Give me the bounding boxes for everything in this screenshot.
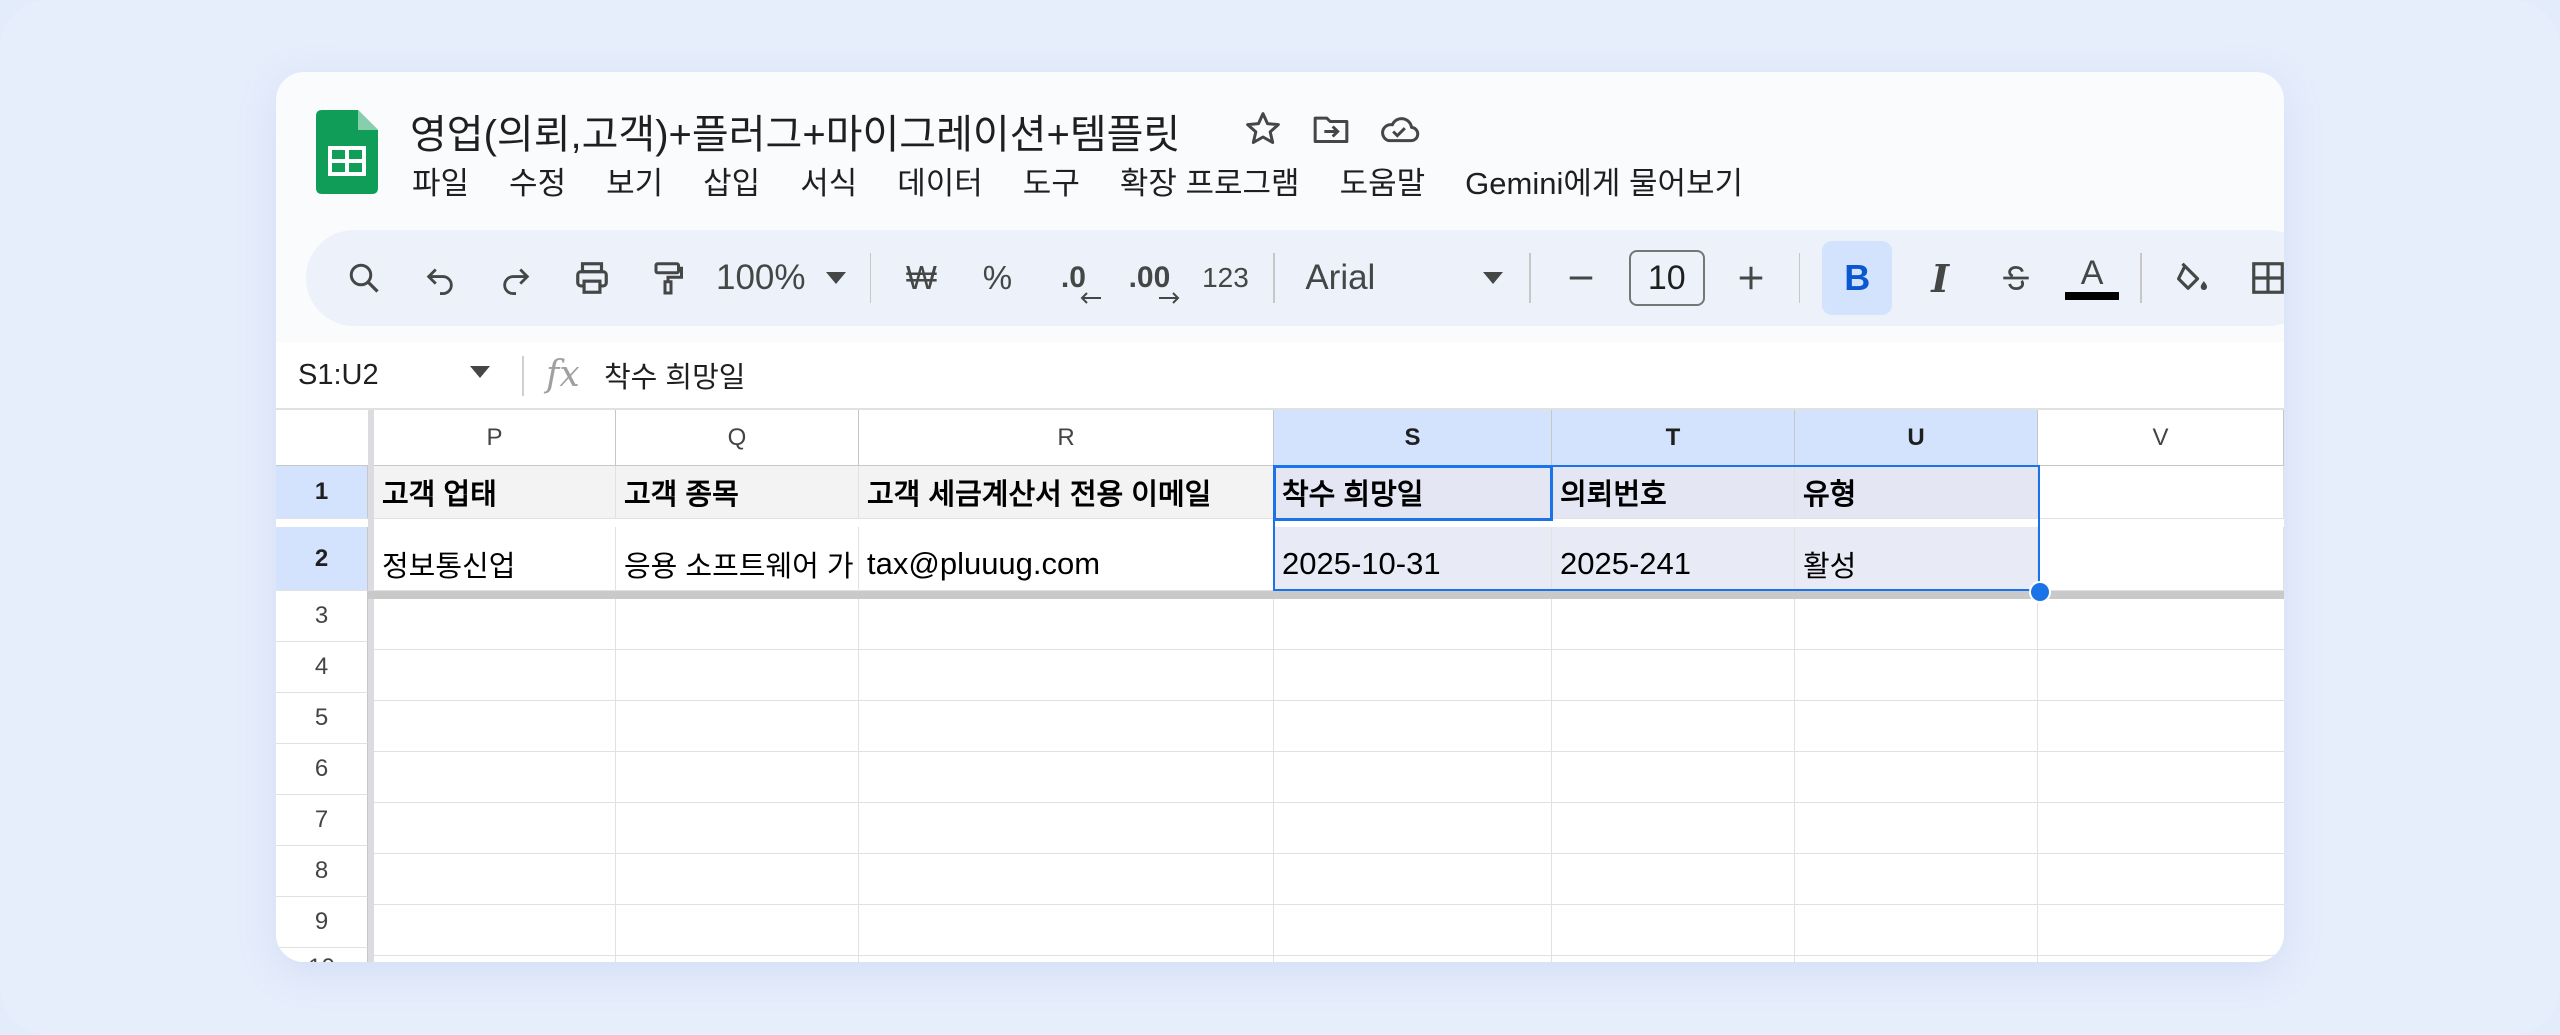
fx-icon: fx bbox=[546, 354, 580, 395]
row-header-2[interactable]: 2 bbox=[276, 527, 368, 591]
sheets-logo-icon[interactable] bbox=[316, 110, 378, 194]
borders-icon[interactable] bbox=[2240, 248, 2284, 308]
chevron-down-icon bbox=[1483, 272, 1504, 284]
formula-bar: S1:U2 fx 착수 희망일 bbox=[276, 342, 2284, 410]
undo-icon[interactable] bbox=[412, 248, 468, 308]
row-header-4[interactable]: 4 bbox=[276, 642, 368, 693]
increase-decimal-button[interactable]: .00 bbox=[1121, 248, 1180, 308]
row-header-9[interactable]: 9 bbox=[276, 897, 368, 948]
font-size-input[interactable]: 10 bbox=[1628, 250, 1705, 306]
column-line bbox=[2037, 599, 2038, 962]
decrease-decimal-label: .0 bbox=[1060, 261, 1086, 294]
column-line bbox=[858, 599, 859, 962]
zoom-select[interactable]: 100% bbox=[716, 258, 846, 298]
name-box[interactable]: S1:U2 bbox=[298, 342, 379, 408]
table-cell[interactable] bbox=[2038, 466, 2284, 519]
column-header-s[interactable]: S bbox=[1274, 410, 1552, 466]
toolbar-divider bbox=[1273, 253, 1276, 303]
table-cell[interactable]: 정보통신업 bbox=[374, 527, 616, 591]
more-formats-button[interactable]: 123 bbox=[1197, 248, 1253, 308]
toolbar: 100% ₩ % .0 .00 123 Arial 10 B I A bbox=[306, 230, 2284, 326]
toolbar-divider bbox=[1798, 253, 1801, 303]
row-header-3[interactable]: 3 bbox=[276, 591, 368, 642]
increase-decimal-label: .00 bbox=[1128, 261, 1171, 294]
toolbar-divider bbox=[2140, 253, 2143, 303]
column-header-p[interactable]: P bbox=[374, 410, 616, 466]
paint-format-icon[interactable] bbox=[640, 248, 696, 308]
table-cell[interactable]: 응용 소프트웨어 가 bbox=[616, 527, 859, 591]
column-line bbox=[1273, 599, 1274, 962]
decrease-font-size-icon[interactable] bbox=[1553, 248, 1609, 308]
print-icon[interactable] bbox=[564, 248, 620, 308]
fill-color-icon[interactable] bbox=[2164, 248, 2220, 308]
cloud-saved-icon[interactable] bbox=[1376, 106, 1422, 152]
currency-format-button[interactable]: ₩ bbox=[893, 248, 949, 308]
row-header-8[interactable]: 8 bbox=[276, 846, 368, 897]
toolbar-divider bbox=[869, 253, 872, 303]
search-menus-icon[interactable] bbox=[336, 248, 392, 308]
text-color-button[interactable]: A bbox=[2064, 248, 2120, 308]
italic-button[interactable]: I bbox=[1912, 248, 1968, 308]
zoom-value: 100% bbox=[716, 258, 806, 297]
text-color-swatch bbox=[2065, 292, 2120, 300]
menu-file[interactable]: 파일 bbox=[412, 158, 469, 203]
document-title[interactable]: 영업(의뢰,고객)+플러그+마이그레이션+템플릿 bbox=[410, 102, 1180, 160]
menu-format[interactable]: 서식 bbox=[800, 158, 857, 203]
star-icon[interactable] bbox=[1240, 106, 1286, 152]
table-cell[interactable]: tax@pluuug.com bbox=[859, 527, 1274, 591]
menu-ask-gemini[interactable]: Gemini에게 물어보기 bbox=[1465, 158, 1743, 203]
column-line bbox=[615, 599, 616, 962]
formula-divider bbox=[522, 356, 524, 396]
menu-extensions[interactable]: 확장 프로그램 bbox=[1120, 158, 1300, 203]
column-header-r[interactable]: R bbox=[859, 410, 1274, 466]
font-select[interactable]: Arial bbox=[1297, 258, 1504, 298]
table-cell[interactable] bbox=[2038, 527, 2284, 591]
column-header-u[interactable]: U bbox=[1795, 410, 2038, 466]
menu-view[interactable]: 보기 bbox=[606, 158, 663, 203]
column-line bbox=[1551, 599, 1552, 962]
font-name: Arial bbox=[1305, 258, 1376, 297]
toolbar-divider bbox=[1529, 253, 1531, 303]
menu-tools[interactable]: 도구 bbox=[1023, 158, 1080, 203]
menu-data[interactable]: 데이터 bbox=[897, 158, 983, 203]
row-header-6[interactable]: 6 bbox=[276, 744, 368, 795]
row-header-7[interactable]: 7 bbox=[276, 795, 368, 846]
move-folder-icon[interactable] bbox=[1308, 106, 1354, 152]
arrow-left-icon bbox=[1081, 292, 1102, 304]
decrease-decimal-button[interactable]: .0 bbox=[1045, 248, 1102, 308]
formula-input[interactable]: 착수 희망일 bbox=[604, 342, 745, 408]
menu-insert[interactable]: 삽입 bbox=[703, 158, 760, 203]
row-header-5[interactable]: 5 bbox=[276, 693, 368, 744]
row-header-10[interactable]: 10 bbox=[276, 948, 368, 962]
arrow-right-icon bbox=[1159, 292, 1180, 304]
chevron-down-icon bbox=[825, 272, 846, 284]
sheets-window: 영업(의뢰,고객)+플러그+마이그레이션+템플릿 파일 수정 보기 삽입 서식 … bbox=[276, 72, 2284, 962]
menu-help[interactable]: 도움말 bbox=[1340, 158, 1426, 203]
spreadsheet-grid: P Q R S T U V 1 고객 업태 고객 종목 고객 세금계산서 전용 … bbox=[276, 410, 2284, 962]
table-cell[interactable]: 고객 세금계산서 전용 이메일 bbox=[859, 466, 1274, 519]
strikethrough-icon[interactable] bbox=[1988, 248, 2044, 308]
table-cell[interactable]: 고객 종목 bbox=[616, 466, 859, 519]
frozen-row-divider[interactable] bbox=[276, 591, 2284, 599]
increase-font-size-icon[interactable] bbox=[1723, 248, 1779, 308]
column-line bbox=[1794, 599, 1795, 962]
select-all-corner[interactable] bbox=[276, 410, 374, 466]
empty-cells-area[interactable] bbox=[374, 599, 2284, 962]
column-header-q[interactable]: Q bbox=[616, 410, 859, 466]
column-header-v[interactable]: V bbox=[2038, 410, 2284, 466]
text-color-letter: A bbox=[2080, 254, 2104, 292]
percent-format-button[interactable]: % bbox=[969, 248, 1025, 308]
bold-button[interactable]: B bbox=[1822, 241, 1893, 315]
menu-edit[interactable]: 수정 bbox=[509, 158, 566, 203]
menu-bar: 파일 수정 보기 삽입 서식 데이터 도구 확장 프로그램 도움말 Gemini… bbox=[412, 158, 1743, 203]
row-header-1[interactable]: 1 bbox=[276, 466, 368, 519]
active-cell bbox=[1273, 465, 1553, 521]
title-actions bbox=[1240, 106, 1422, 152]
chevron-down-icon[interactable] bbox=[470, 366, 490, 378]
fill-handle[interactable] bbox=[2029, 581, 2051, 603]
redo-icon[interactable] bbox=[488, 248, 544, 308]
table-cell[interactable]: 고객 업태 bbox=[374, 466, 616, 519]
column-header-t[interactable]: T bbox=[1552, 410, 1795, 466]
